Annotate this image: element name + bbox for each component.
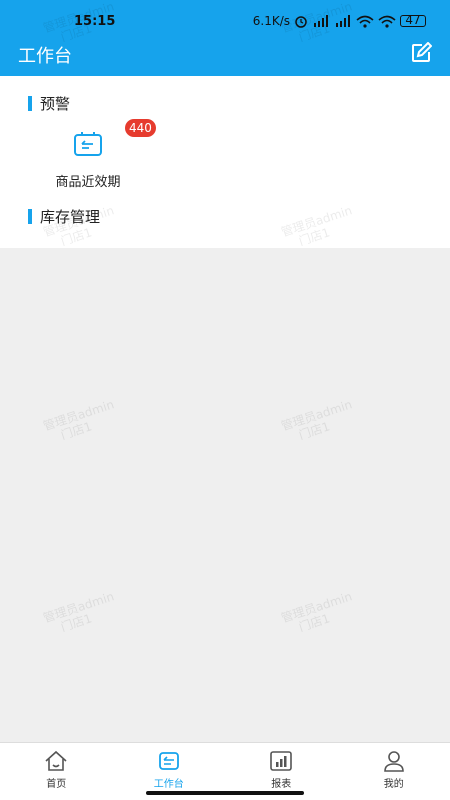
tile-expiry[interactable]: 440 商品近效期 [46, 119, 156, 190]
edit-icon[interactable] [410, 42, 432, 64]
tab-workbench-label: 工作台 [153, 779, 184, 790]
section-title-warning: 预警 [40, 95, 71, 113]
section-accent-bar [28, 209, 32, 224]
home-icon [45, 750, 67, 771]
report-icon [270, 751, 293, 771]
watermark: 管理员admin 门店1 [279, 397, 354, 443]
tile-expiry-icon-wrap: 440 [73, 119, 156, 157]
tab-home-label: 首页 [46, 779, 67, 790]
tile-expiry-label: 商品近效期 [55, 175, 121, 190]
tab-profile-label: 我的 [383, 779, 404, 790]
tile-expiry-badge: 440 [125, 119, 156, 137]
watermark: 管理员admin 门店1 [279, 589, 354, 635]
watermark: 管理员admin 门店1 [41, 397, 116, 443]
section-warning: 预警 [28, 93, 70, 114]
tab-profile[interactable]: 我的 [338, 743, 450, 800]
wifi-icon [356, 15, 374, 28]
workbench-icon [158, 752, 179, 770]
page-title: 工作台 [18, 46, 72, 67]
battery-icon: 47 [400, 14, 426, 27]
tab-report-label: 报表 [271, 779, 292, 790]
wifi-icon [378, 15, 396, 28]
watermark: 管理员admin 门店1 [41, 589, 116, 635]
expiry-box-icon [74, 132, 102, 156]
home-indicator [146, 791, 304, 795]
profile-icon [383, 751, 404, 772]
section-accent-bar [28, 96, 32, 111]
tab-home[interactable]: 首页 [0, 743, 113, 800]
